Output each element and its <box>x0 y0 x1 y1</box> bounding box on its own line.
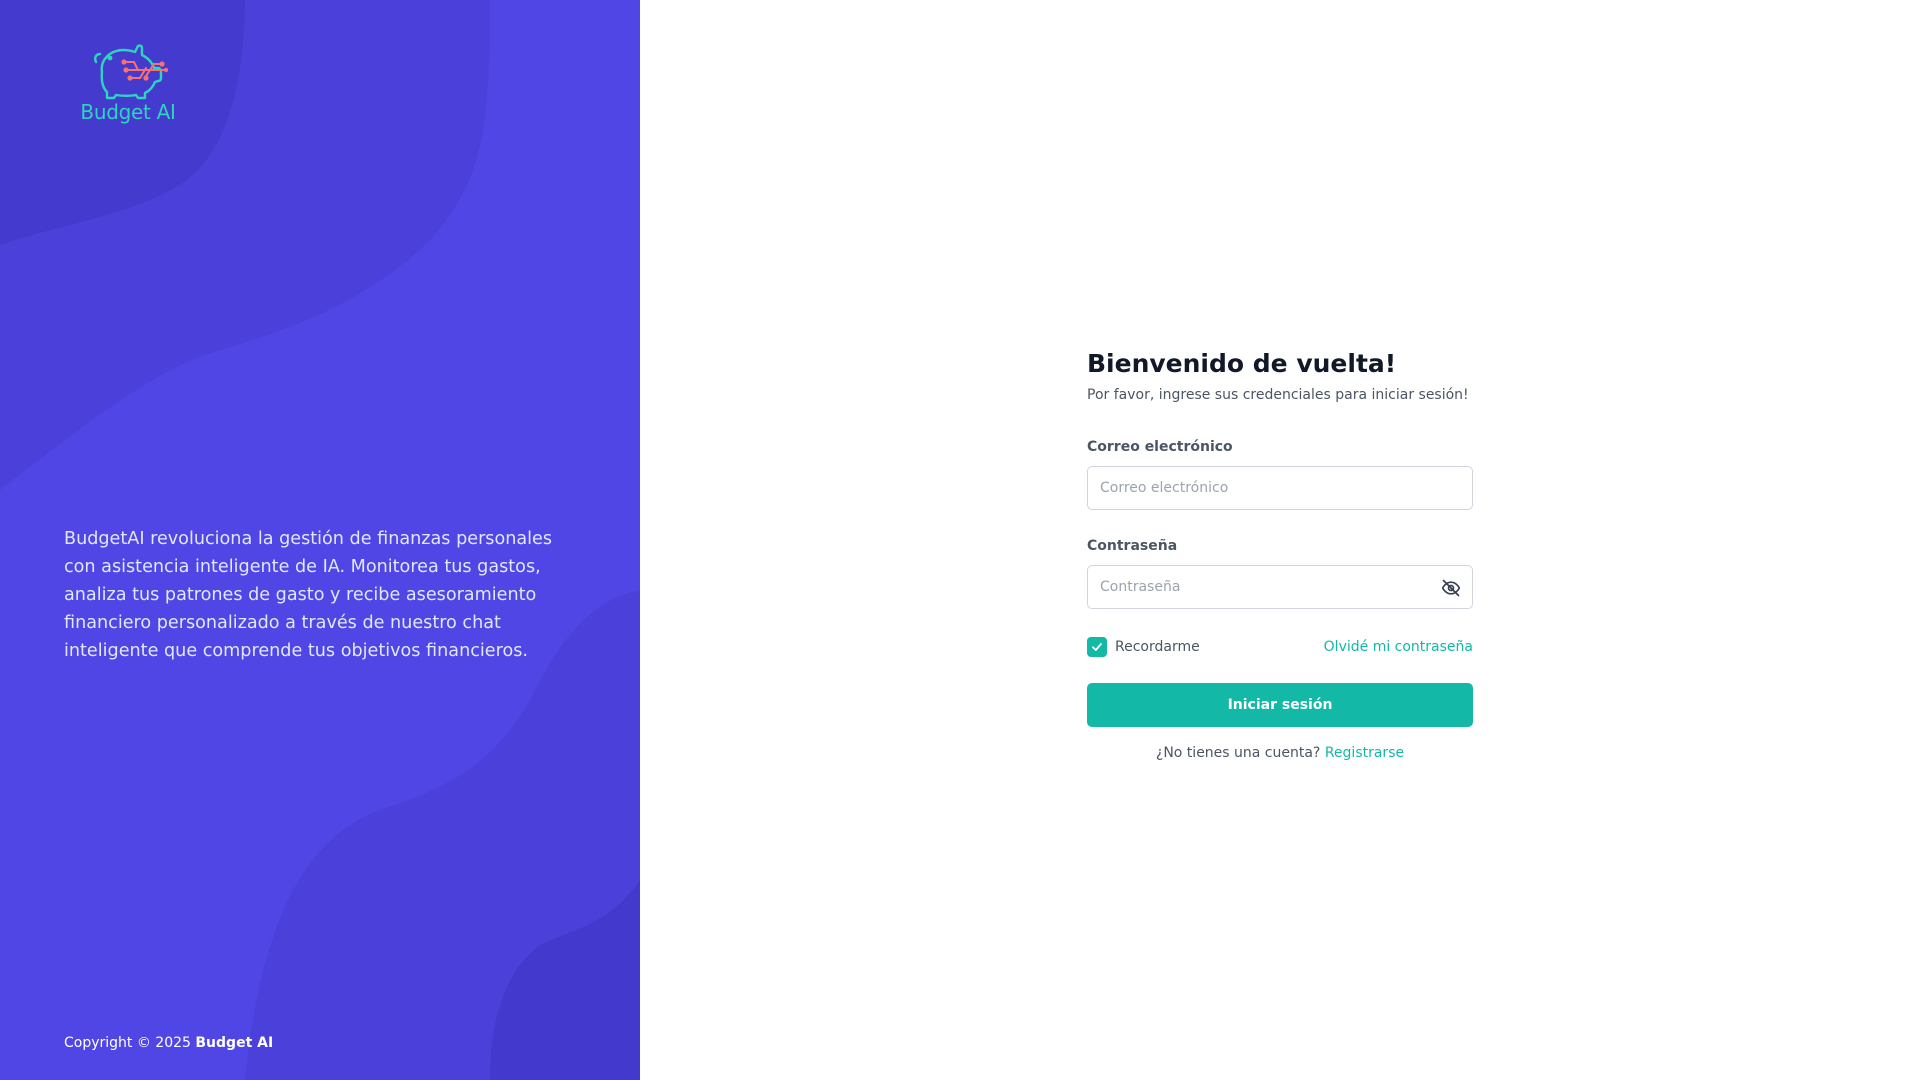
brand-panel: Budget AI BudgetAI revoluciona la gestió… <box>0 0 640 1080</box>
email-input-wrapper <box>1087 466 1473 510</box>
password-field[interactable] <box>1088 566 1472 608</box>
login-form: Bienvenido de vuelta! Por favor, ingrese… <box>1087 347 1473 761</box>
brand-description: BudgetAI revoluciona la gestión de finan… <box>64 529 553 661</box>
brand-logo: Budget AI <box>78 40 178 130</box>
copyright-brand: Budget AI <box>195 1035 274 1051</box>
forgot-password-link[interactable]: Olvidé mi contraseña <box>1324 639 1473 655</box>
options-row: Recordarme Olvidé mi contraseña <box>1087 637 1473 657</box>
eye-off-icon[interactable] <box>1440 577 1462 599</box>
login-button[interactable]: Iniciar sesión <box>1087 683 1473 727</box>
remember-me[interactable]: Recordarme <box>1087 637 1200 657</box>
page-title: Bienvenido de vuelta! <box>1087 349 1397 378</box>
remember-checkbox[interactable] <box>1087 637 1107 657</box>
password-input-wrapper <box>1087 565 1473 609</box>
email-field[interactable] <box>1088 467 1472 509</box>
signup-row: ¿No tienes una cuenta? Registrarse <box>1087 745 1473 761</box>
page-subtitle: Por favor, ingrese sus credenciales para… <box>1087 387 1469 403</box>
password-label: Contraseña <box>1087 538 1178 554</box>
piggy-bank-icon <box>94 44 168 100</box>
remember-label: Recordarme <box>1115 639 1200 655</box>
logo-text: Budget AI <box>80 100 176 124</box>
email-label: Correo electrónico <box>1087 439 1233 455</box>
signup-link[interactable]: Registrarse <box>1325 745 1404 761</box>
copyright: Copyright © 2025 Budget AI <box>64 1035 273 1051</box>
check-icon <box>1092 643 1102 651</box>
signup-prompt: ¿No tienes una cuenta? <box>1155 745 1321 761</box>
copyright-prefix: Copyright © 2025 <box>64 1035 191 1051</box>
